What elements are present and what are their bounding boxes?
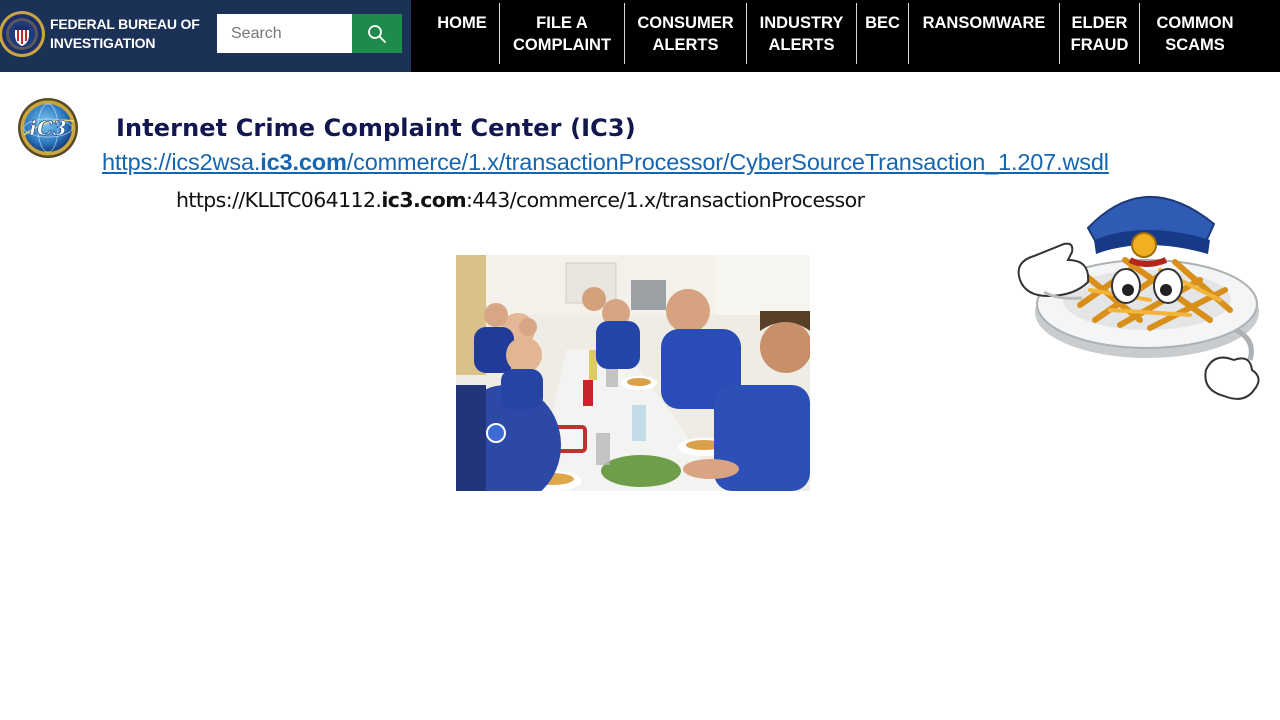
search-input[interactable] — [217, 14, 352, 53]
wsdl-link-prefix: https://ics2wsa. — [102, 149, 261, 175]
endpoint-url: https://KLLTC064112.ic3.com:443/commerce… — [176, 188, 865, 212]
endpoint-suffix: :443/commerce/1.x/transactionProcessor — [466, 188, 865, 212]
nav-ransomware[interactable]: RANSOMWARE — [909, 0, 1059, 64]
site-header: FEDERAL BUREAU OF INVESTIGATION HOME FIL… — [0, 0, 1280, 72]
nav-common-scams[interactable]: COMMON SCAMS — [1140, 0, 1250, 64]
pasta-police-mascot — [1017, 196, 1260, 400]
wsdl-link-domain: ic3.com — [260, 149, 347, 175]
endpoint-domain: ic3.com — [381, 188, 466, 212]
ic3-logo-icon: iC3 — [18, 98, 78, 158]
page-title: Internet Crime Complaint Center (IC3) — [116, 114, 636, 142]
nav-industry-alerts[interactable]: INDUSTRY ALERTS — [747, 0, 856, 64]
officers-dining-photo — [456, 255, 810, 491]
nav-file-complaint[interactable]: FILE A COMPLAINT — [500, 0, 624, 64]
nav-elder-fraud[interactable]: ELDER FRAUD — [1060, 0, 1139, 64]
wsdl-link-suffix: /commerce/1.x/transactionProcessor/Cyber… — [346, 149, 1109, 175]
endpoint-prefix: https://KLLTC064112. — [176, 188, 382, 212]
nav-bec[interactable]: BEC — [857, 0, 908, 64]
fbi-seal-icon[interactable] — [0, 8, 48, 60]
search-button[interactable] — [352, 14, 402, 53]
wsdl-link[interactable]: https://ics2wsa.ic3.com/commerce/1.x/tra… — [102, 149, 1109, 176]
brand-block: FEDERAL BUREAU OF INVESTIGATION — [0, 0, 411, 72]
search-icon — [368, 24, 386, 43]
nav-consumer-alerts[interactable]: CONSUMER ALERTS — [625, 0, 746, 64]
nav-home[interactable]: HOME — [425, 0, 499, 64]
svg-text:iC3: iC3 — [29, 116, 67, 140]
agency-name[interactable]: FEDERAL BUREAU OF INVESTIGATION — [50, 15, 200, 53]
